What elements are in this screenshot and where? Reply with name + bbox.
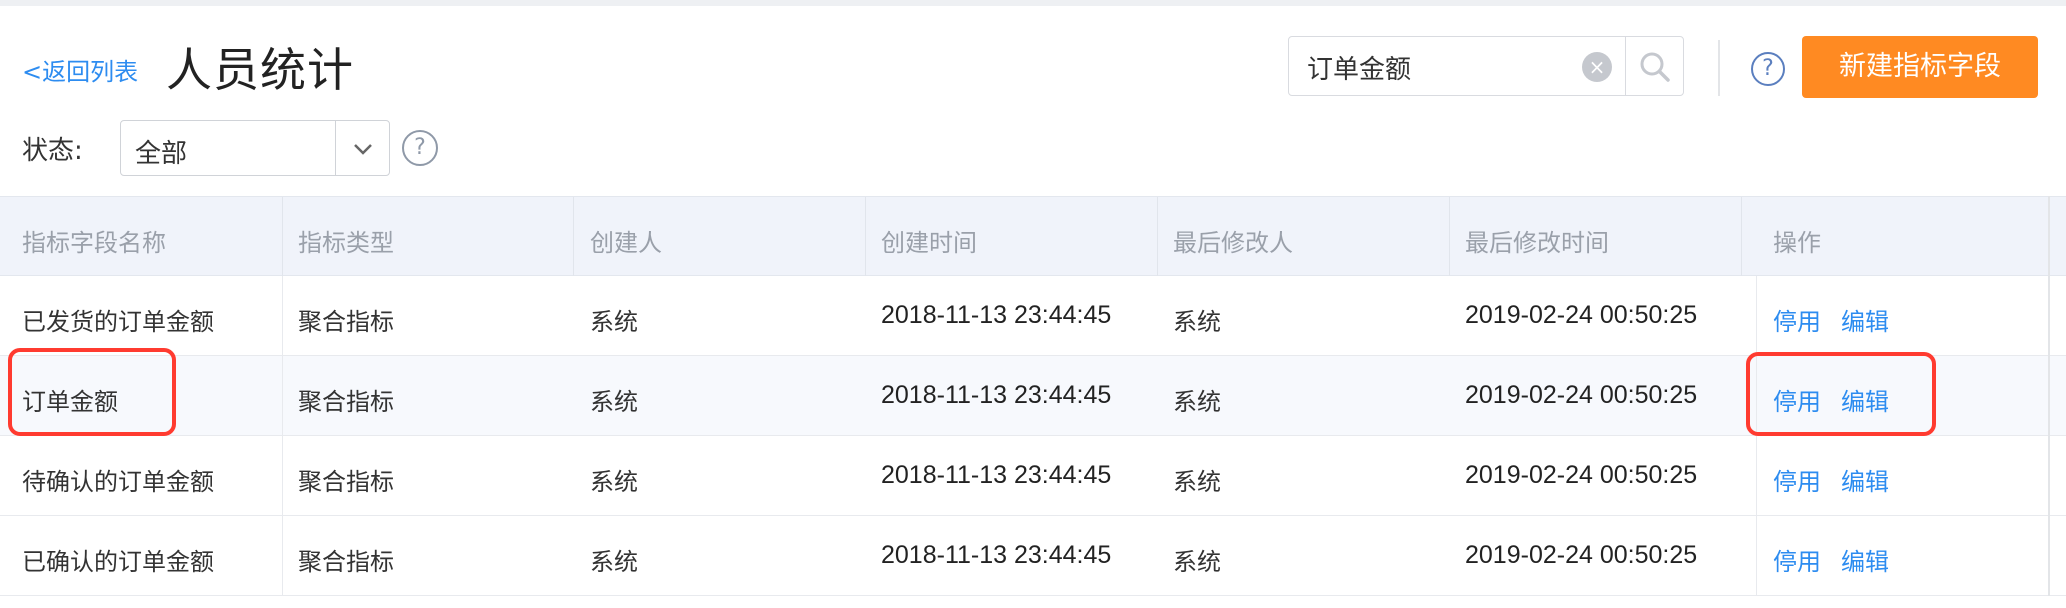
cell-creator: 系统 <box>590 308 638 336</box>
cell-creator: 系统 <box>590 468 638 496</box>
page-title: 人员统计 <box>166 43 354 97</box>
table-header: 指标字段名称 指标类型 创建人 创建时间 最后修改人 最后修改时间 操作 <box>0 196 2066 277</box>
table-row: 已发货的订单金额 聚合指标 系统 2018-11-13 23:44:45 系统 … <box>0 276 2066 356</box>
help-icon[interactable]: ? <box>1751 52 1785 86</box>
row-separator <box>282 436 283 516</box>
col-header-actions: 操作 <box>1773 229 1821 257</box>
row-separator <box>282 516 283 596</box>
status-label: 状态: <box>22 136 83 166</box>
cell-creator: 系统 <box>590 548 638 576</box>
cell-name: 已确认的订单金额 <box>22 548 214 576</box>
row-separator <box>1756 436 1757 516</box>
toolbar-divider <box>1718 40 1720 96</box>
col-header-type: 指标类型 <box>298 229 394 257</box>
status-help-icon[interactable]: ? <box>402 130 438 166</box>
row-separator <box>282 356 283 436</box>
back-to-list-link[interactable]: <返回列表 <box>22 52 138 87</box>
status-select[interactable]: 全部 <box>120 120 390 176</box>
search-separator <box>1625 37 1626 95</box>
row-separator <box>1756 516 1757 596</box>
cell-created-time: 2018-11-13 23:44:45 <box>881 301 1112 329</box>
row-separator <box>1756 276 1757 356</box>
top-divider <box>0 0 2066 6</box>
new-metric-field-button[interactable]: 新建指标字段 <box>1802 36 2038 98</box>
disable-link[interactable]: 停用 <box>1773 542 1821 577</box>
select-separator <box>335 121 336 175</box>
cell-modifier: 系统 <box>1173 308 1221 336</box>
col-header-modified-time: 最后修改时间 <box>1465 229 1609 257</box>
col-separator <box>573 197 574 277</box>
highlight-box-name <box>8 348 176 436</box>
col-separator <box>282 197 283 277</box>
cell-name: 待确认的订单金额 <box>22 468 214 496</box>
row-separator <box>282 276 283 356</box>
cell-creator: 系统 <box>590 388 638 416</box>
highlight-box-actions <box>1746 352 1936 436</box>
edit-link[interactable]: 编辑 <box>1841 542 1889 577</box>
cell-modified-time: 2019-02-24 00:50:25 <box>1465 541 1698 569</box>
cell-type: 聚合指标 <box>298 468 394 496</box>
cell-created-time: 2018-11-13 23:44:45 <box>881 381 1112 409</box>
cell-name: 已发货的订单金额 <box>22 308 214 336</box>
cell-created-time: 2018-11-13 23:44:45 <box>881 541 1112 569</box>
table-row: 待确认的订单金额 聚合指标 系统 2018-11-13 23:44:45 系统 … <box>0 436 2066 516</box>
col-separator <box>1741 197 1742 277</box>
cell-modifier: 系统 <box>1173 468 1221 496</box>
col-separator <box>1449 197 1450 277</box>
search-input[interactable] <box>1305 49 1589 85</box>
chevron-down-icon[interactable] <box>349 135 377 163</box>
cell-type: 聚合指标 <box>298 308 394 336</box>
cell-modifier: 系统 <box>1173 388 1221 416</box>
status-select-value: 全部 <box>135 139 188 169</box>
edit-link[interactable]: 编辑 <box>1841 302 1889 337</box>
disable-link[interactable]: 停用 <box>1773 302 1821 337</box>
edit-link[interactable]: 编辑 <box>1841 462 1889 497</box>
disable-link[interactable]: 停用 <box>1773 462 1821 497</box>
col-header-creator: 创建人 <box>590 229 662 257</box>
search-icon[interactable] <box>1637 49 1673 85</box>
cell-type: 聚合指标 <box>298 548 394 576</box>
col-separator <box>1157 197 1158 277</box>
cell-modified-time: 2019-02-24 00:50:25 <box>1465 301 1698 329</box>
col-header-name: 指标字段名称 <box>22 229 166 257</box>
col-header-modifier: 最后修改人 <box>1173 229 1293 257</box>
cell-created-time: 2018-11-13 23:44:45 <box>881 461 1112 489</box>
cell-modifier: 系统 <box>1173 548 1221 576</box>
cell-modified-time: 2019-02-24 00:50:25 <box>1465 381 1698 409</box>
clear-icon[interactable]: × <box>1582 52 1612 82</box>
col-separator <box>865 197 866 277</box>
table-row: 已确认的订单金额 聚合指标 系统 2018-11-13 23:44:45 系统 … <box>0 516 2066 596</box>
table-right-border <box>2048 196 2050 596</box>
search-box: × <box>1288 36 1684 96</box>
cell-type: 聚合指标 <box>298 388 394 416</box>
col-header-created-time: 创建时间 <box>881 229 977 257</box>
cell-modified-time: 2019-02-24 00:50:25 <box>1465 461 1698 489</box>
